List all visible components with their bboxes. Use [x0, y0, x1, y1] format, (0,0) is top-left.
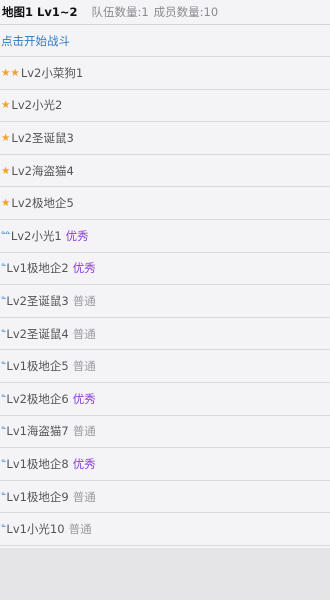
list-item[interactable]: ★★ Lv2小菜狗1	[0, 57, 330, 90]
medal-icon: ᓐ	[1, 328, 7, 339]
grade-badge: 普通	[72, 359, 96, 374]
monster-name: Lv1极地企2	[6, 261, 69, 276]
grade-badge: 普通	[72, 326, 96, 341]
list-item[interactable]: ᓐ Lv1极地企8 优秀	[0, 448, 330, 481]
list-item[interactable]: ᓐ Lv1小光10 普通	[0, 513, 330, 546]
list-item[interactable]: ᓐ Lv1极地企2 优秀	[0, 253, 330, 286]
monster-name: Lv2圣诞鼠3	[11, 130, 74, 145]
medal-icon: ᓐ	[1, 263, 7, 274]
monster-name: Lv1极地企9	[6, 489, 69, 504]
medal-icon: ᓐ	[1, 295, 7, 306]
member-count: 成员数量:10	[153, 5, 219, 19]
list-item[interactable]: ★ Lv2圣诞鼠3	[0, 122, 330, 155]
start-battle-button[interactable]: 点击开始战斗	[0, 25, 330, 57]
list-item[interactable]: ★ Lv2海盗猫4	[0, 155, 330, 188]
monster-name: Lv1极地企8	[6, 456, 69, 471]
grade-badge: 普通	[72, 489, 96, 504]
monster-name: Lv1小光10	[6, 522, 65, 537]
list-item[interactable]: ᓐ Lv1极地企9 普通	[0, 481, 330, 514]
list-item[interactable]: ★ Lv2小光2	[0, 90, 330, 123]
star-icon: ★	[1, 197, 11, 210]
star-icon: ★	[1, 164, 11, 177]
monster-name: Lv2极地企5	[11, 196, 74, 211]
medal-icon: ᓐ	[1, 491, 7, 502]
grade-badge: 优秀	[72, 391, 96, 406]
grade-badge: 普通	[72, 293, 96, 308]
monster-name: Lv2小菜狗1	[20, 65, 84, 80]
grade-badge: 优秀	[72, 261, 96, 276]
map-label: 地图1 Lv1~2	[2, 5, 78, 19]
start-battle-label: 点击开始战斗	[1, 33, 70, 48]
list-item[interactable]: ᓐ Lv2极地企6 优秀	[0, 383, 330, 416]
header-bar: 地图1 Lv1~2 队伍数量:1 成员数量:10	[0, 0, 330, 25]
grade-badge: 优秀	[65, 228, 89, 243]
list-item[interactable]: ᓐ Lv2圣诞鼠3 普通	[0, 285, 330, 318]
monster-name: Lv2圣诞鼠4	[6, 326, 69, 341]
list-item[interactable]: ᓐ Lv2圣诞鼠4 普通	[0, 318, 330, 351]
grade-badge: 优秀	[72, 456, 96, 471]
monster-name: Lv1极地企5	[6, 359, 69, 374]
medal-icon: ᓐ	[1, 361, 7, 372]
list-item[interactable]: ᓐ Lv1海盗猫7 普通	[0, 416, 330, 449]
monster-name: Lv2圣诞鼠3	[6, 293, 69, 308]
monster-name: Lv2小光1	[10, 228, 62, 243]
list-item[interactable]: ᓐ Lv1极地企5 普通	[0, 350, 330, 383]
monster-name: Lv2海盗猫4	[11, 163, 74, 178]
medal-icon: ᓐ	[1, 524, 7, 535]
star-icon: ★	[1, 131, 11, 144]
star-icon: ★	[1, 99, 11, 112]
medal-icon: ᓐᓐ	[1, 230, 11, 241]
list-item[interactable]: ★ Lv2极地企5	[0, 187, 330, 220]
medal-icon: ᓐ	[1, 393, 7, 404]
monster-name: Lv2小光2	[11, 98, 63, 113]
list-item[interactable]: ᓐᓐ Lv2小光1 优秀	[0, 220, 330, 253]
grade-badge: 普通	[72, 424, 96, 439]
page: 地图1 Lv1~2 队伍数量:1 成员数量:10 点击开始战斗 ★★ Lv2小菜…	[0, 0, 330, 600]
star-icon: ★★	[1, 66, 20, 79]
team-list: 地图1 Lv1~2 队伍数量:1 成员数量:10 点击开始战斗 ★★ Lv2小菜…	[0, 0, 330, 548]
medal-icon: ᓐ	[1, 458, 7, 469]
grade-badge: 普通	[68, 522, 92, 537]
team-count: 队伍数量:1	[91, 5, 149, 19]
monster-name: Lv1海盗猫7	[6, 424, 69, 439]
medal-icon: ᓐ	[1, 426, 7, 437]
monster-name: Lv2极地企6	[6, 391, 69, 406]
